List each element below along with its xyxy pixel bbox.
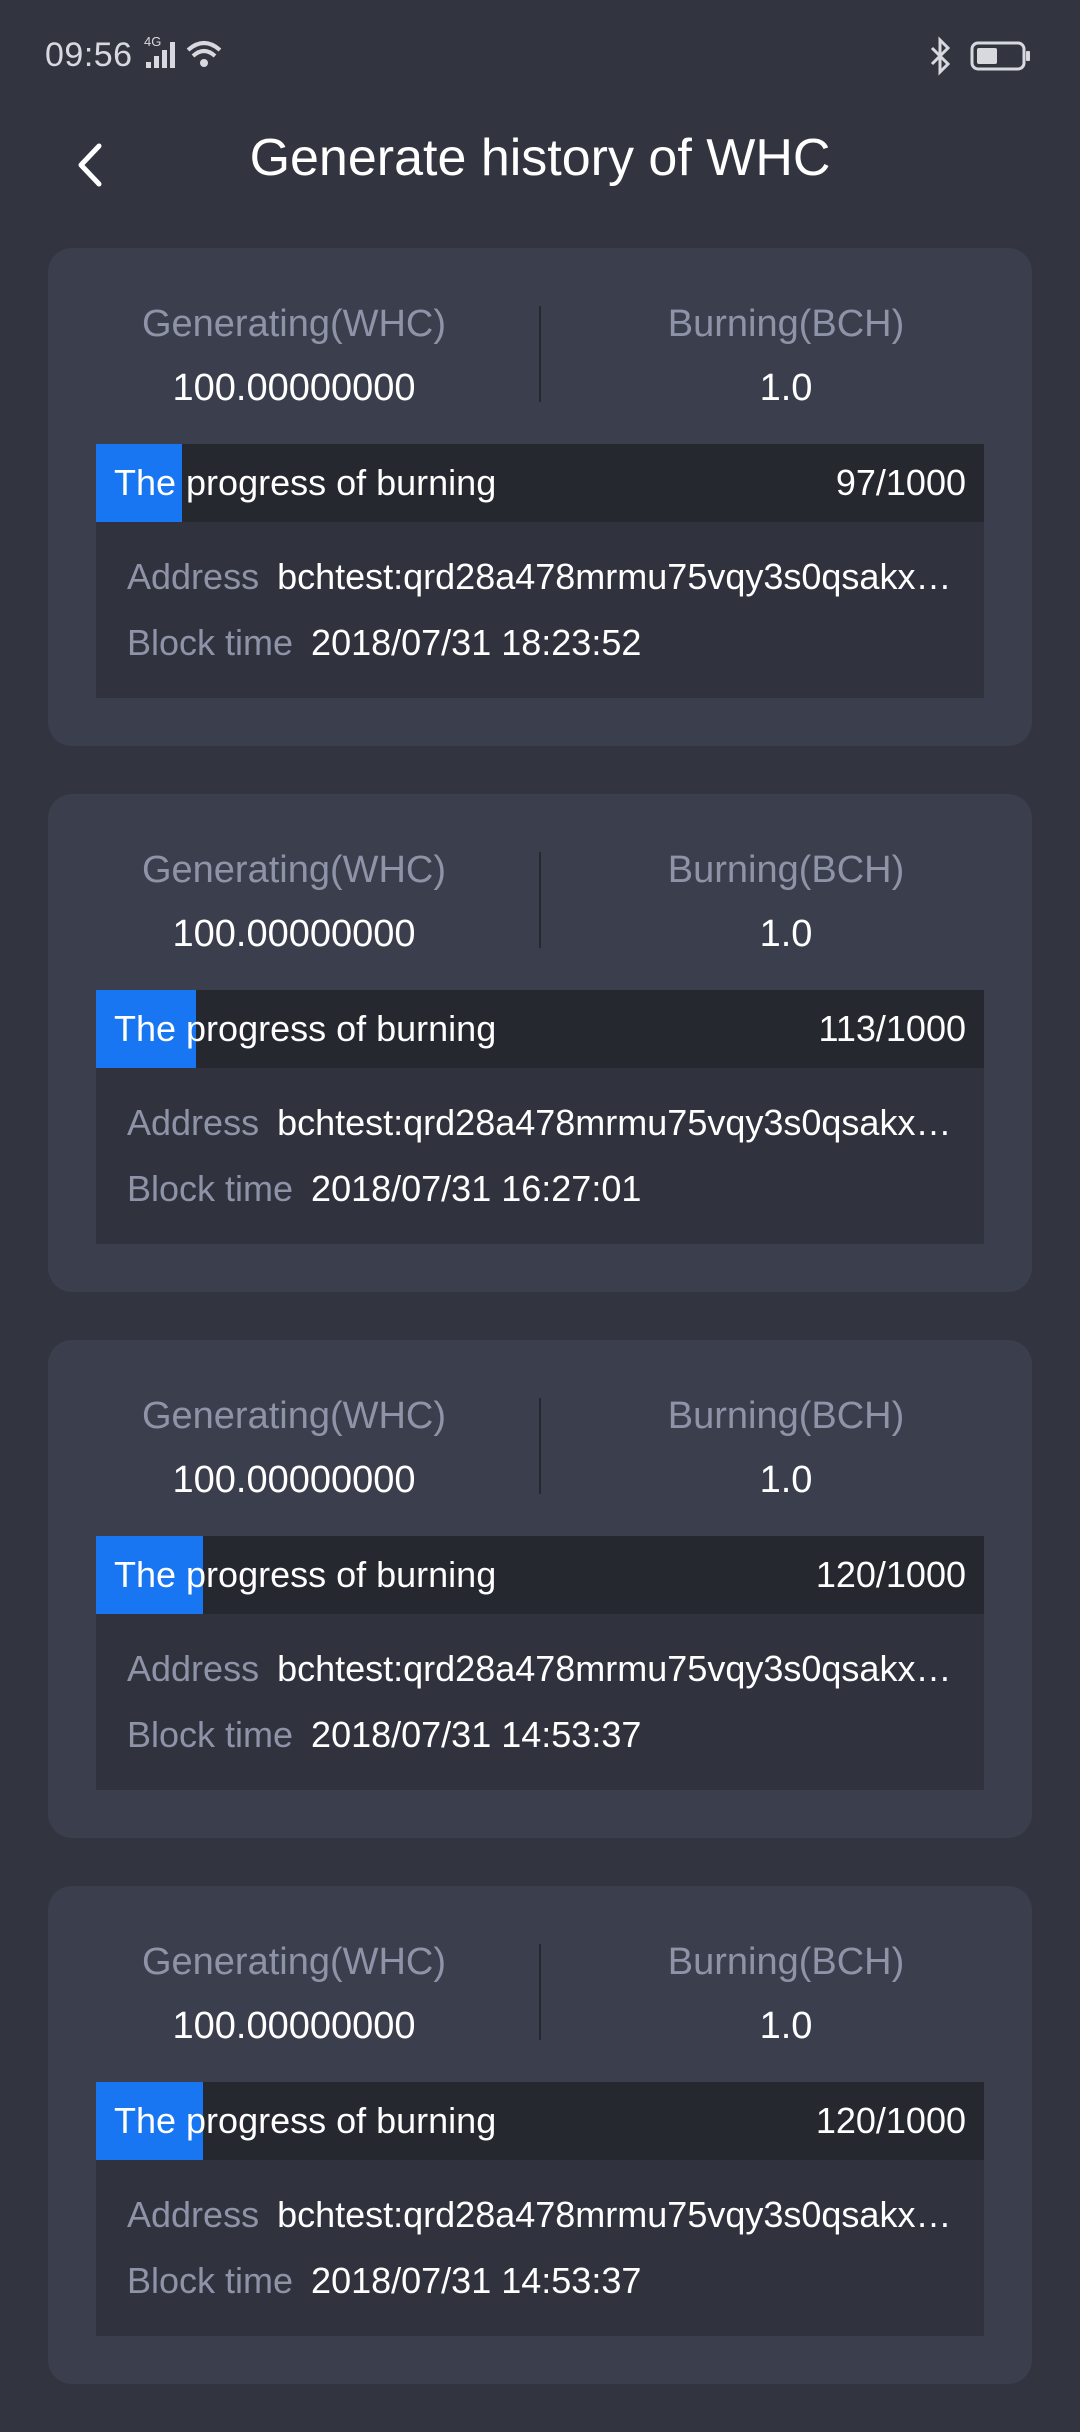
generating-stat: Generating(WHC) 100.00000000 bbox=[48, 1938, 540, 2050]
progress-count: 97/1000 bbox=[835, 462, 966, 503]
block-time-label: Block time bbox=[127, 1714, 294, 1755]
progress-count: 120/1000 bbox=[815, 1554, 966, 1595]
address-label: Address bbox=[127, 1648, 260, 1689]
burning-progress-bar: The progress of burning 120/1000 bbox=[96, 1536, 984, 1614]
address-row: Address bchtest:qrd28a478mrmu75vqy3s0qsak… bbox=[127, 554, 967, 600]
burning-progress-bar: The progress of burning 113/1000 bbox=[96, 990, 984, 1068]
progress-label: The progress of burning bbox=[114, 2100, 497, 2141]
progress-label: The progress of burning bbox=[114, 1554, 497, 1595]
burning-stat: Burning(BCH) 1.0 bbox=[540, 300, 1032, 412]
burning-value: 1.0 bbox=[759, 1459, 813, 1501]
block-time-value: 2018/07/31 18:23:52 bbox=[311, 622, 642, 663]
burning-stat: Burning(BCH) 1.0 bbox=[540, 846, 1032, 958]
network-type-label: 4G bbox=[144, 34, 161, 49]
card-details: Address bchtest:qrd28a478mrmu75vqy3s0qsak… bbox=[96, 1068, 984, 1244]
generating-stat: Generating(WHC) 100.00000000 bbox=[48, 846, 540, 958]
card-details: Address bchtest:qrd28a478mrmu75vqy3s0qsak… bbox=[96, 2160, 984, 2336]
generating-label: Generating(WHC) bbox=[141, 303, 447, 345]
progress-label: The progress of burning bbox=[114, 1008, 497, 1049]
address-value: bchtest:qrd28a478mrmu75vqy3s0qsakx… bbox=[277, 556, 952, 597]
progress-count: 120/1000 bbox=[815, 2100, 966, 2141]
card-stats: Generating(WHC) 100.00000000 Burning(BCH… bbox=[48, 794, 1032, 990]
address-label: Address bbox=[127, 556, 260, 597]
card-stats: Generating(WHC) 100.00000000 Burning(BCH… bbox=[48, 248, 1032, 444]
generating-stat: Generating(WHC) 100.00000000 bbox=[48, 300, 540, 412]
block-time-label: Block time bbox=[127, 622, 294, 663]
block-time-value: 2018/07/31 14:53:37 bbox=[311, 2260, 642, 2301]
generating-stat: Generating(WHC) 100.00000000 bbox=[48, 1392, 540, 1504]
burning-progress-bar: The progress of burning 97/1000 bbox=[96, 444, 984, 522]
generating-value: 100.00000000 bbox=[172, 1459, 416, 1501]
burning-progress-bar: The progress of burning 120/1000 bbox=[96, 2082, 984, 2160]
generating-label: Generating(WHC) bbox=[141, 1395, 447, 1437]
generating-value: 100.00000000 bbox=[172, 2005, 416, 2047]
card-stats: Generating(WHC) 100.00000000 Burning(BCH… bbox=[48, 1886, 1032, 2082]
address-label: Address bbox=[127, 2194, 260, 2235]
block-time-row: Block time 2018/07/31 14:53:37 bbox=[127, 2258, 967, 2304]
address-value: bchtest:qrd28a478mrmu75vqy3s0qsakx… bbox=[277, 2194, 952, 2235]
progress-count: 113/1000 bbox=[818, 1008, 966, 1049]
address-label: Address bbox=[127, 1102, 260, 1143]
block-time-row: Block time 2018/07/31 14:53:37 bbox=[127, 1712, 967, 1758]
generating-value: 100.00000000 bbox=[172, 913, 416, 955]
burning-value: 1.0 bbox=[759, 367, 813, 409]
burning-label: Burning(BCH) bbox=[667, 1941, 905, 1983]
app-header: Generate history of WHC bbox=[0, 110, 1080, 220]
history-card[interactable]: Generating(WHC) 100.00000000 Burning(BCH… bbox=[48, 248, 1032, 746]
block-time-row: Block time 2018/07/31 16:27:01 bbox=[127, 1166, 967, 1212]
network-indicator: 4G bbox=[144, 32, 234, 76]
burning-stat: Burning(BCH) 1.0 bbox=[540, 1938, 1032, 2050]
address-row: Address bchtest:qrd28a478mrmu75vqy3s0qsak… bbox=[127, 1100, 967, 1146]
history-card[interactable]: Generating(WHC) 100.00000000 Burning(BCH… bbox=[48, 1886, 1032, 2384]
block-time-value: 2018/07/31 14:53:37 bbox=[311, 1714, 642, 1755]
battery-icon bbox=[970, 41, 1030, 71]
address-value: bchtest:qrd28a478mrmu75vqy3s0qsakx… bbox=[277, 1102, 952, 1143]
signal-icon: 4G bbox=[144, 34, 222, 68]
card-stats: Generating(WHC) 100.00000000 Burning(BCH… bbox=[48, 1340, 1032, 1536]
progress-label: The progress of burning bbox=[114, 462, 497, 503]
status-bar: 09:56 4G bbox=[0, 0, 1080, 110]
block-time-label: Block time bbox=[127, 1168, 294, 1209]
history-card[interactable]: Generating(WHC) 100.00000000 Burning(BCH… bbox=[48, 794, 1032, 1292]
generating-value: 100.00000000 bbox=[172, 367, 416, 409]
history-card[interactable]: Generating(WHC) 100.00000000 Burning(BCH… bbox=[48, 1340, 1032, 1838]
burning-value: 1.0 bbox=[759, 913, 813, 955]
address-value: bchtest:qrd28a478mrmu75vqy3s0qsakx… bbox=[277, 1648, 952, 1689]
burning-stat: Burning(BCH) 1.0 bbox=[540, 1392, 1032, 1504]
bluetooth-icon bbox=[930, 36, 951, 76]
burning-label: Burning(BCH) bbox=[667, 1395, 905, 1437]
wifi-icon bbox=[186, 41, 222, 67]
block-time-value: 2018/07/31 16:27:01 bbox=[311, 1168, 642, 1209]
burning-label: Burning(BCH) bbox=[667, 849, 905, 891]
address-row: Address bchtest:qrd28a478mrmu75vqy3s0qsak… bbox=[127, 2192, 967, 2238]
generating-label: Generating(WHC) bbox=[141, 1941, 447, 1983]
generating-label: Generating(WHC) bbox=[141, 849, 447, 891]
card-details: Address bchtest:qrd28a478mrmu75vqy3s0qsak… bbox=[96, 522, 984, 698]
burning-value: 1.0 bbox=[759, 2005, 813, 2047]
card-details: Address bchtest:qrd28a478mrmu75vqy3s0qsak… bbox=[96, 1614, 984, 1790]
page-title: Generate history of WHC bbox=[249, 129, 831, 187]
address-row: Address bchtest:qrd28a478mrmu75vqy3s0qsak… bbox=[127, 1646, 967, 1692]
status-time: 09:56 bbox=[45, 36, 133, 74]
burning-label: Burning(BCH) bbox=[667, 303, 905, 345]
history-list: Generating(WHC) 100.00000000 Burning(BCH… bbox=[48, 248, 1032, 2432]
block-time-label: Block time bbox=[127, 2260, 294, 2301]
block-time-row: Block time 2018/07/31 18:23:52 bbox=[127, 620, 967, 666]
